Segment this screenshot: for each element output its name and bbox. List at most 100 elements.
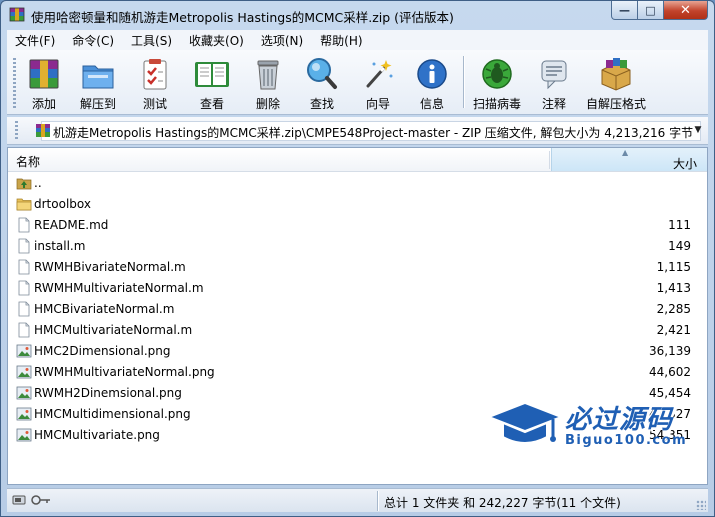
- file-size: 44,602: [649, 365, 691, 379]
- drive-icon[interactable]: [12, 494, 26, 506]
- column-header: 名称 ▲ 大小: [8, 148, 707, 172]
- file-row[interactable]: RWMHMultivariateNormal.png 44,602: [8, 362, 707, 383]
- key-icon[interactable]: [31, 494, 51, 506]
- maximize-button[interactable]: □: [638, 1, 664, 20]
- image-file-icon: [16, 406, 32, 422]
- info-button[interactable]: 信息: [413, 55, 451, 112]
- extract-to-label: 解压到: [79, 97, 116, 111]
- file-icon: [16, 322, 32, 338]
- address-path: 机游走Metropolis Hastings的MCMC采样.zip\CMPE54…: [53, 126, 694, 140]
- file-size: 149: [668, 239, 691, 253]
- file-name: drtoolbox: [34, 197, 91, 211]
- app-window: 使用哈密顿量和随机游走Metropolis Hastings的MCMC采样.zi…: [0, 0, 715, 517]
- file-name: HMCMultidimensional.png: [34, 407, 191, 421]
- add-button[interactable]: 添加: [25, 55, 63, 112]
- file-name: README.md: [34, 218, 109, 232]
- file-row[interactable]: HMCMultivariate.png 54,351: [8, 425, 707, 446]
- file-icon: [16, 238, 32, 254]
- add-archive-icon: [25, 55, 63, 93]
- comment-icon: [535, 55, 573, 93]
- window-controls: — □ ✕: [611, 1, 708, 21]
- file-row[interactable]: HMC2Dimensional.png 36,139: [8, 341, 707, 362]
- info-label: 信息: [419, 97, 444, 111]
- info-icon: [413, 55, 451, 93]
- winrar-app-icon: [9, 7, 25, 22]
- wizard-icon: [359, 55, 397, 93]
- menu-commands[interactable]: 命令(C): [64, 32, 123, 49]
- view-button[interactable]: 查看: [193, 55, 231, 112]
- minimize-button[interactable]: —: [611, 1, 638, 20]
- wizard-label: 向导: [365, 97, 390, 111]
- file-row[interactable]: RWMHMultivariateNormal.m 1,413: [8, 278, 707, 299]
- toolbar-separator: [463, 56, 465, 108]
- file-size: 45,454: [649, 386, 691, 400]
- image-file-icon: [16, 427, 32, 443]
- file-row[interactable]: RWMH2Dinemsional.png 45,454: [8, 383, 707, 404]
- file-name: HMC2Dimensional.png: [34, 344, 171, 358]
- file-row[interactable]: HMCMultivariateNormal.m 2,421: [8, 320, 707, 341]
- menu-options[interactable]: 选项(N): [253, 32, 312, 49]
- add-label: 添加: [31, 97, 56, 111]
- virus-scan-button[interactable]: 扫描病毒: [473, 55, 521, 112]
- column-size-header-cell[interactable]: ▲ 大小: [551, 148, 707, 171]
- file-size: 1,413: [656, 281, 691, 295]
- file-row[interactable]: RWMHBivariateNormal.m 1,115: [8, 257, 707, 278]
- file-name: RWMHBivariateNormal.m: [34, 260, 186, 274]
- comment-label: 注释: [541, 97, 566, 111]
- column-divider[interactable]: [549, 151, 550, 169]
- sfx-button[interactable]: 自解压格式: [586, 55, 646, 112]
- file-name: RWMH2Dinemsional.png: [34, 386, 182, 400]
- address-bar-grip[interactable]: [15, 121, 18, 141]
- test-button[interactable]: 测试: [136, 55, 174, 112]
- folder-icon: [16, 196, 32, 212]
- file-row[interactable]: drtoolbox: [8, 194, 707, 215]
- file-row[interactable]: README.md 111: [8, 215, 707, 236]
- file-name: install.m: [34, 239, 86, 253]
- find-button[interactable]: 查找: [303, 55, 341, 112]
- extract-to-icon: [79, 55, 117, 93]
- menu-help[interactable]: 帮助(H): [312, 32, 371, 49]
- close-button[interactable]: ✕: [664, 1, 708, 20]
- wizard-button[interactable]: 向导: [359, 55, 397, 112]
- file-size: 47,327: [649, 407, 691, 421]
- view-label: 查看: [199, 97, 224, 111]
- address-bar: 机游走Metropolis Hastings的MCMC采样.zip\CMPE54…: [7, 117, 708, 145]
- toolbar-grip[interactable]: [13, 58, 16, 108]
- file-icon: [16, 301, 32, 317]
- column-name-header[interactable]: 名称: [16, 153, 40, 170]
- menu-bar: 文件(F) 命令(C) 工具(S) 收藏夹(O) 选项(N) 帮助(H): [7, 30, 708, 50]
- view-icon: [193, 55, 231, 93]
- parent-folder-icon: [16, 175, 32, 191]
- sfx-icon: [597, 55, 635, 93]
- file-size: 2,421: [656, 323, 691, 337]
- menu-favorites[interactable]: 收藏夹(O): [181, 32, 253, 49]
- extract-to-button[interactable]: 解压到: [79, 55, 117, 112]
- file-row[interactable]: ..: [8, 173, 707, 194]
- toolbar: 添加 解压到 测试 查看 删除 查找 向导 信息 扫描病毒 注释 自解压格式: [7, 50, 708, 115]
- file-row[interactable]: HMCBivariateNormal.m 2,285: [8, 299, 707, 320]
- image-file-icon: [16, 364, 32, 380]
- title-bar[interactable]: 使用哈密顿量和随机游走Metropolis Hastings的MCMC采样.zi…: [1, 1, 714, 29]
- file-icon: [16, 259, 32, 275]
- delete-button[interactable]: 删除: [249, 55, 287, 112]
- image-file-icon: [16, 385, 32, 401]
- file-row[interactable]: install.m 149: [8, 236, 707, 257]
- archive-icon: [36, 124, 50, 137]
- menu-tools[interactable]: 工具(S): [123, 32, 181, 49]
- file-row[interactable]: HMCMultidimensional.png 47,327: [8, 404, 707, 425]
- find-label: 查找: [309, 97, 334, 111]
- file-name: HMCBivariateNormal.m: [34, 302, 175, 316]
- menu-file[interactable]: 文件(F): [7, 32, 64, 49]
- window-title: 使用哈密顿量和随机游走Metropolis Hastings的MCMC采样.zi…: [31, 10, 454, 25]
- test-icon: [136, 55, 174, 93]
- test-label: 测试: [142, 97, 167, 111]
- status-summary: 总计 1 文件夹 和 242,227 字节(11 个文件): [384, 496, 621, 510]
- comment-button[interactable]: 注释: [535, 55, 573, 112]
- virus-scan-icon: [478, 55, 516, 93]
- file-icon: [16, 217, 32, 233]
- delete-icon: [249, 55, 287, 93]
- resize-grip[interactable]: [696, 500, 706, 510]
- delete-label: 删除: [255, 97, 280, 111]
- chevron-down-icon[interactable]: ▼: [692, 125, 704, 137]
- file-size: 111: [668, 218, 691, 232]
